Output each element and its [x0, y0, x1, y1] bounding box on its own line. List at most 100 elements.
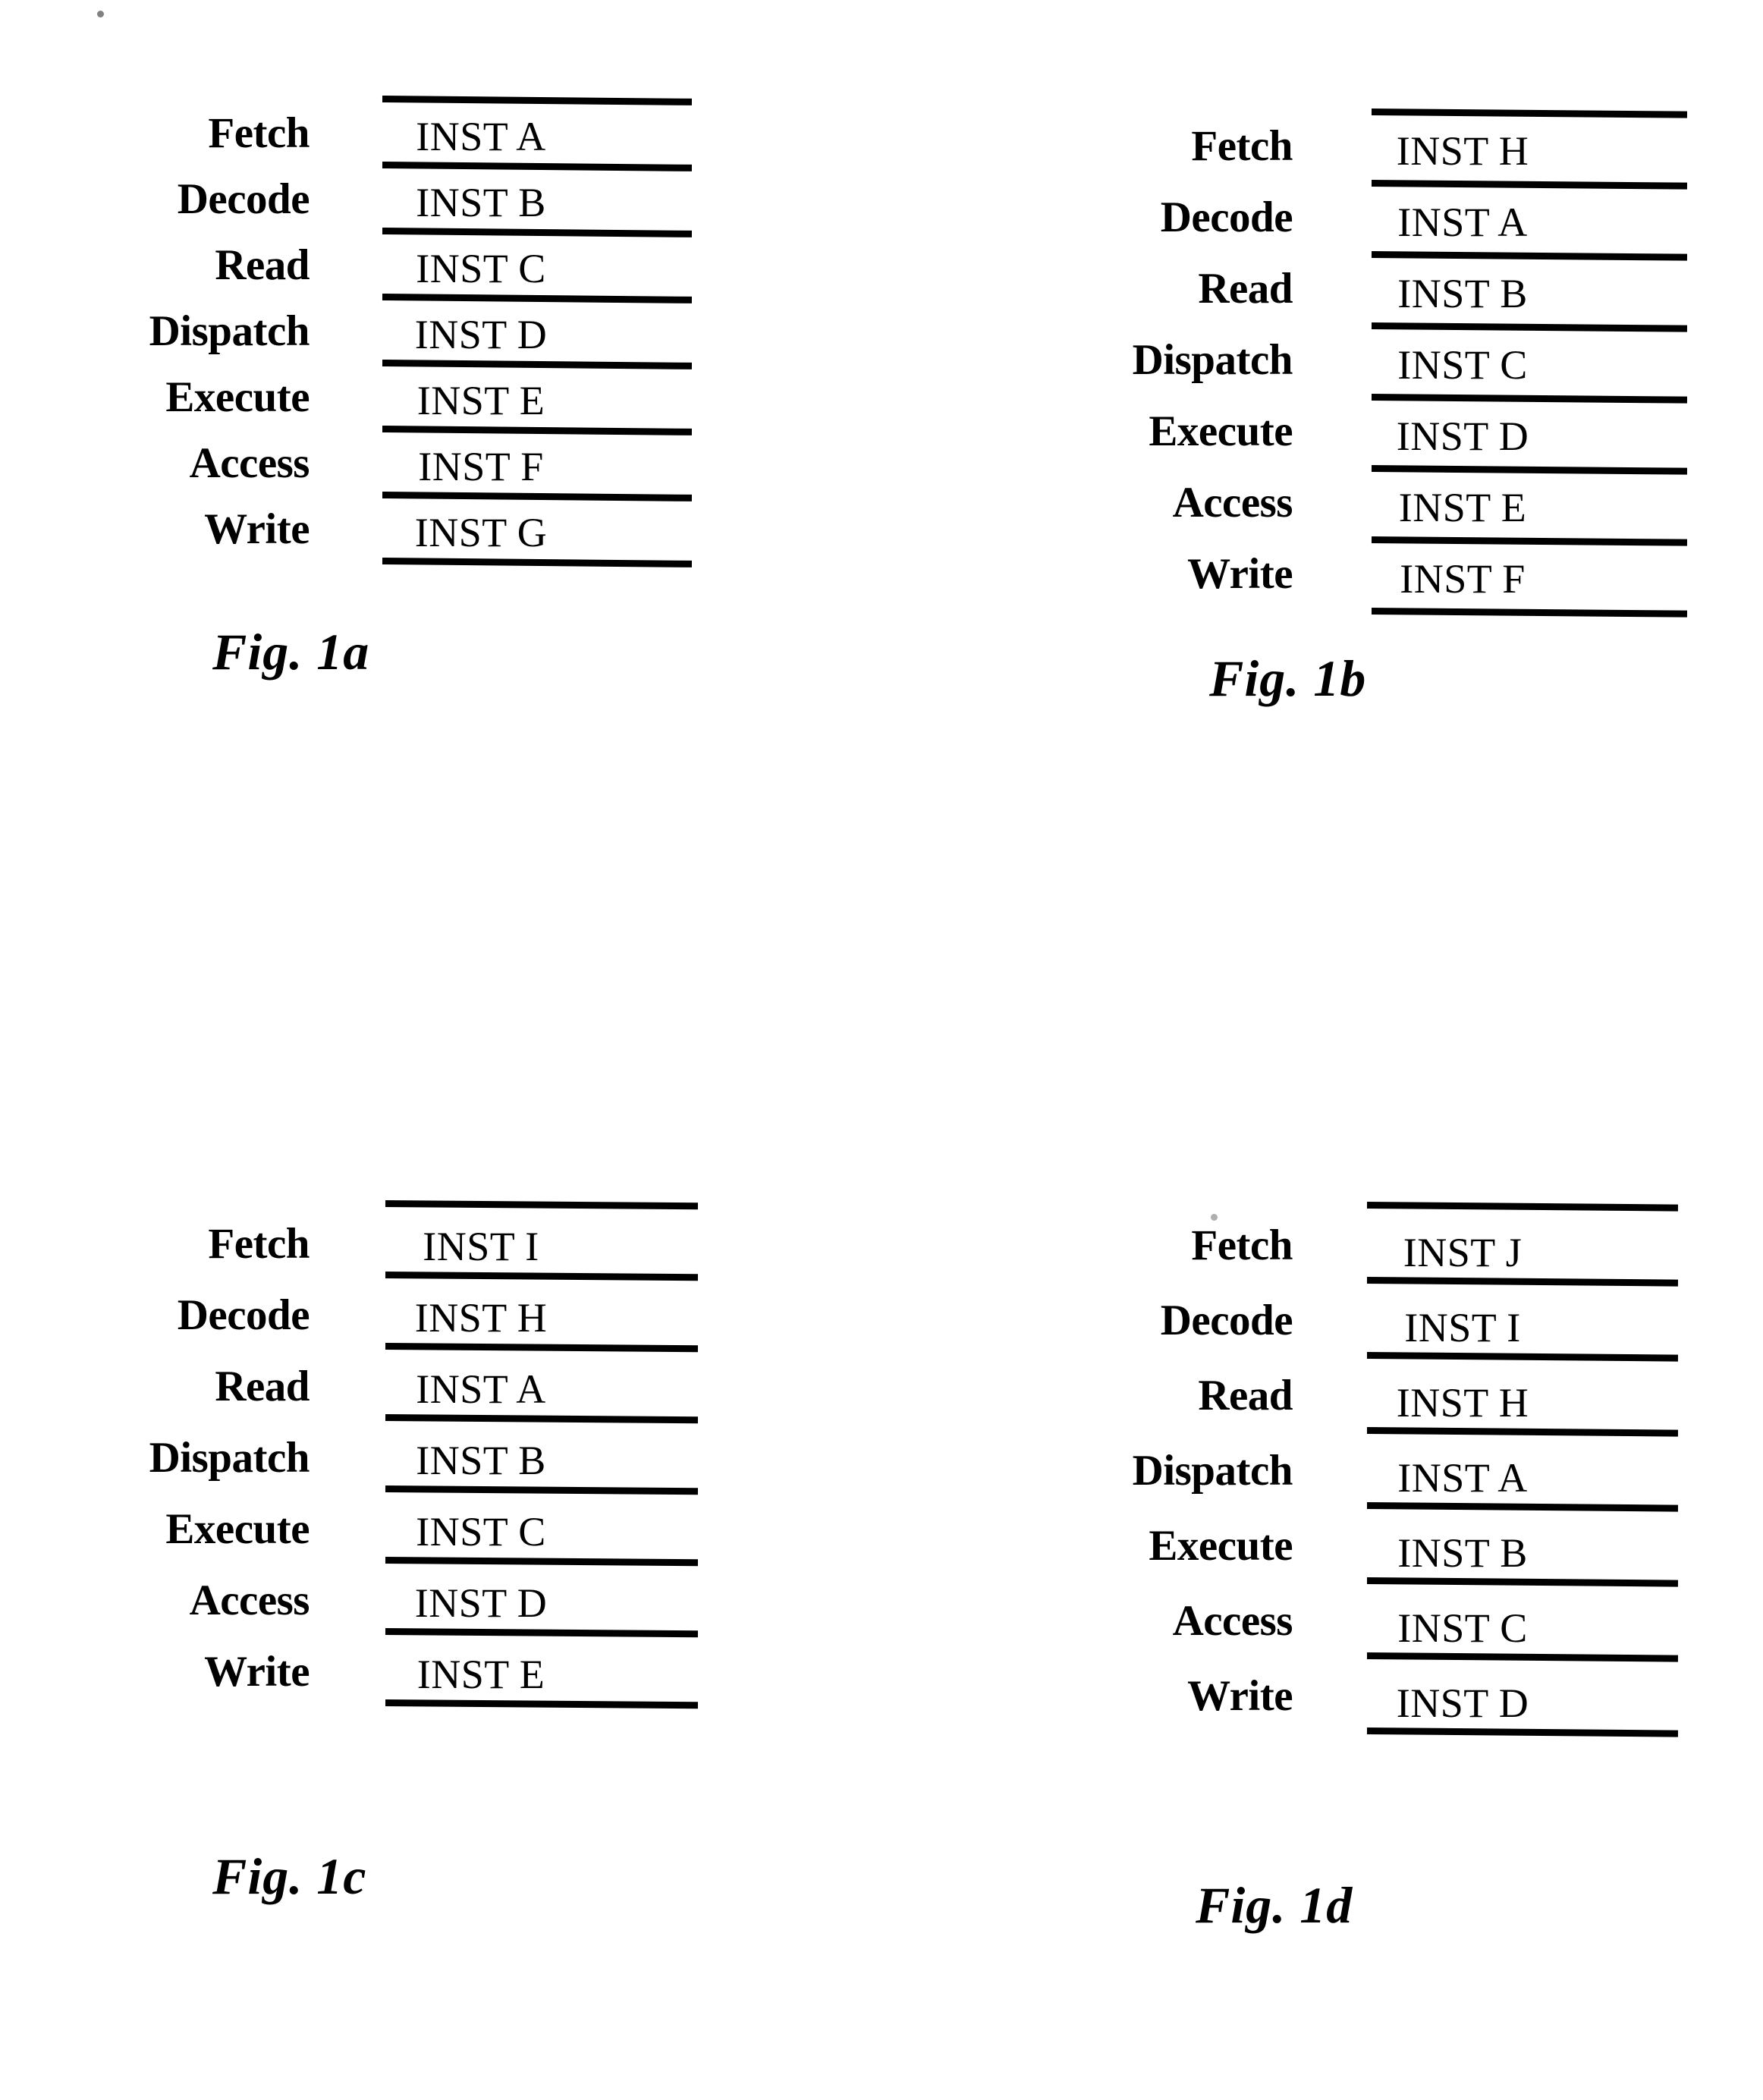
pipeline-row: Decode INST H — [79, 1279, 633, 1350]
pipeline-row: Decode INST I — [1047, 1283, 1613, 1358]
pipeline-row: Dispatch INST C — [1047, 324, 1613, 395]
instruction-value: INST D — [414, 311, 548, 357]
pipeline-row: Decode INST B — [79, 166, 633, 232]
instruction-value: INST E — [1398, 485, 1527, 530]
instruction-cell: INST A — [329, 1363, 633, 1410]
scan-speck — [97, 11, 104, 17]
row-separator-rule — [382, 558, 693, 567]
instruction-value: INST D — [1396, 1680, 1529, 1726]
instruction-value: INST C — [1397, 1605, 1528, 1651]
stage-label-fetch: Fetch — [208, 109, 310, 157]
instruction-value: INST C — [416, 1509, 546, 1555]
pipeline-row: Access INST C — [1047, 1583, 1613, 1658]
pipeline-row: Access INST F — [79, 430, 633, 496]
stage-label-fetch: Fetch — [208, 1219, 310, 1268]
pipeline-row: Decode INST A — [1047, 181, 1613, 253]
pipeline-row: Access INST E — [1047, 467, 1613, 538]
stage-label-dispatch: Dispatch — [149, 307, 310, 355]
stage-label-write: Write — [1187, 1672, 1293, 1720]
stage-label-access: Access — [1172, 1597, 1293, 1645]
instruction-value: INST B — [1397, 1529, 1528, 1576]
instruction-cell: INST C — [329, 242, 633, 289]
stage-label-read: Read — [215, 1362, 310, 1410]
instruction-value: INST I — [1404, 1304, 1521, 1350]
instruction-cell: INST F — [1312, 548, 1613, 599]
instruction-value: INST E — [416, 377, 545, 423]
stage-label-dispatch: Dispatch — [1132, 1447, 1293, 1495]
instruction-cell: INST H — [1312, 1369, 1613, 1423]
instruction-cell: INST E — [1312, 476, 1613, 528]
instruction-value: INST H — [1396, 128, 1529, 174]
instruction-value: INST F — [418, 443, 544, 489]
pipeline-row: Read INST H — [1047, 1358, 1613, 1433]
instruction-cell: INST G — [329, 506, 633, 553]
instruction-value: INST B — [416, 1438, 546, 1483]
figure-caption-1a: Fig. 1a — [212, 623, 370, 681]
pipeline-row: Read INST A — [79, 1350, 633, 1422]
stage-label-fetch: Fetch — [1191, 1221, 1293, 1269]
stage-label-read: Read — [1198, 1372, 1293, 1419]
instruction-cell: INST B — [1312, 1519, 1613, 1573]
instruction-value: INST G — [414, 509, 548, 555]
stage-label-execute: Execute — [1149, 1522, 1293, 1570]
instruction-cell: INST H — [1312, 120, 1613, 171]
instruction-cell: INST F — [329, 440, 633, 487]
instruction-cell: INST D — [1312, 405, 1613, 457]
instruction-value: INST A — [416, 1366, 546, 1412]
instruction-value: INST C — [416, 245, 546, 291]
pipeline-row: Write INST F — [1047, 538, 1613, 609]
pipeline-row: Execute INST E — [79, 364, 633, 430]
pipeline-row: Dispatch INST A — [1047, 1433, 1613, 1508]
pipeline-row: Fetch INST A — [79, 100, 633, 166]
instruction-cell: INST E — [329, 374, 633, 421]
instruction-value: INST C — [1397, 342, 1528, 388]
stage-label-fetch: Fetch — [1191, 121, 1293, 170]
instruction-value: INST F — [1400, 556, 1526, 602]
figure-caption-1d: Fig. 1d — [1196, 1876, 1353, 1934]
figure-1c: Fetch INST I Decode INST H Read INST A Dispatc… — [79, 1200, 699, 1905]
figure-1d: Fetch INST J Decode INST I Read INST H Dispatc… — [1047, 1202, 1679, 1934]
instruction-cell: INST B — [329, 176, 633, 223]
stage-label-decode: Decode — [1160, 1297, 1293, 1344]
instruction-value: INST J — [1403, 1229, 1523, 1275]
pipeline-row: Execute INST D — [1047, 395, 1613, 467]
instruction-value: INST I — [423, 1224, 539, 1269]
instruction-value: INST B — [416, 179, 546, 225]
pipeline-row: Write INST G — [79, 496, 633, 562]
stage-label-write: Write — [204, 505, 310, 553]
instruction-cell: INST E — [329, 1648, 633, 1695]
stage-label-read: Read — [1198, 264, 1293, 313]
instruction-cell: INST D — [329, 308, 633, 355]
instruction-cell: INST B — [329, 1434, 633, 1481]
pipeline-row: Dispatch INST D — [79, 298, 633, 364]
pipeline-row: Execute INST B — [1047, 1508, 1613, 1583]
row-separator-rule — [385, 1699, 699, 1709]
stage-label-write: Write — [1187, 549, 1293, 598]
pipeline-row: Fetch INST J — [1047, 1208, 1613, 1283]
instruction-cell: INST A — [1312, 1444, 1613, 1498]
figure-caption-1b: Fig. 1b — [1209, 649, 1367, 707]
pipeline-row: Access INST D — [79, 1564, 633, 1636]
instruction-cell: INST C — [329, 1505, 633, 1552]
instruction-value: INST B — [1397, 271, 1528, 316]
stage-label-dispatch: Dispatch — [149, 1433, 310, 1482]
instruction-cell: INST I — [329, 1220, 633, 1267]
row-separator-rule — [1366, 1727, 1679, 1737]
figure-1a: Fetch INST A Decode INST B Read INST C Dispatc… — [79, 96, 693, 681]
pipeline-row: Write INST D — [1047, 1658, 1613, 1734]
pipeline-row: Read INST C — [79, 232, 633, 298]
instruction-value: INST A — [1397, 200, 1528, 245]
figure-1b: Fetch INST H Decode INST A Read INST B Dispatc… — [1047, 108, 1688, 707]
pipeline-row: Fetch INST H — [1047, 110, 1613, 181]
instruction-cell: INST C — [1312, 1594, 1613, 1649]
stage-label-execute: Execute — [165, 1504, 310, 1553]
instruction-value: INST H — [414, 1295, 548, 1341]
instruction-value: INST D — [414, 1580, 548, 1626]
instruction-cell: INST H — [329, 1291, 633, 1338]
instruction-value: INST E — [416, 1652, 545, 1697]
instruction-value: INST A — [416, 113, 546, 159]
stage-label-decode: Decode — [177, 175, 310, 223]
stage-label-dispatch: Dispatch — [1132, 335, 1293, 384]
row-separator-rule — [1371, 608, 1688, 618]
instruction-value: INST H — [1396, 1379, 1529, 1426]
